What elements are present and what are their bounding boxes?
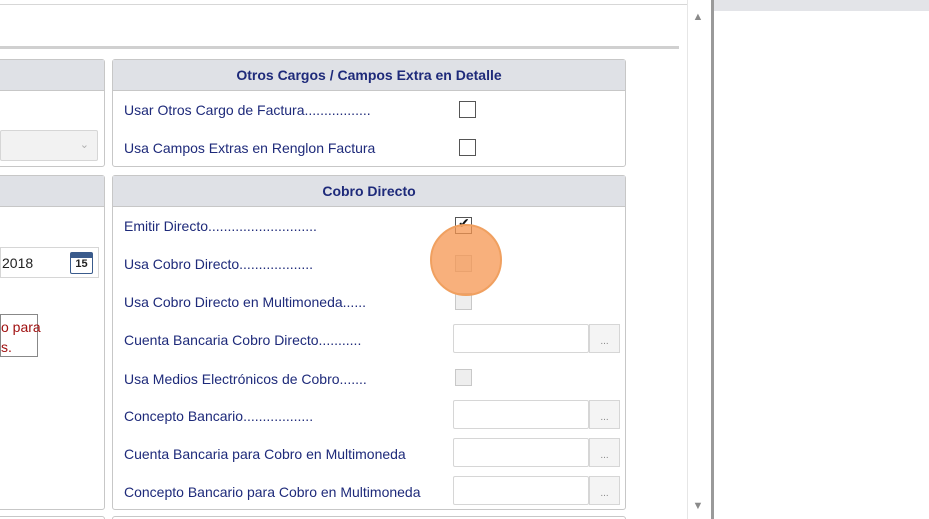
calendar-icon-day: 15 xyxy=(75,258,88,270)
chevron-down-icon: ⌄ xyxy=(79,139,89,151)
scroll-down-icon[interactable]: ▼ xyxy=(689,498,707,514)
cuenta-bancaria-lookup-button[interactable]: ... xyxy=(589,324,620,353)
click-indicator xyxy=(430,224,502,296)
concepto-multimoneda-input[interactable] xyxy=(453,476,589,505)
cobro-directo-title: Cobro Directo xyxy=(113,176,625,207)
left-panel-top-header xyxy=(0,60,104,91)
scroll-up-icon[interactable]: ▲ xyxy=(689,9,707,25)
date-value: 2018 xyxy=(2,255,34,271)
usar-otros-cargo-label: Usar Otros Cargo de Factura.............… xyxy=(124,102,371,118)
screen: ⌄ 2018 15 o para s. Otros Cargos / Campo… xyxy=(0,0,929,519)
concepto-multimoneda-lookup-button[interactable]: ... xyxy=(589,476,620,505)
usa-campos-extras-label: Usa Campos Extras en Renglon Factura xyxy=(124,140,376,156)
section-divider xyxy=(0,46,679,49)
medios-electronicos-label: Usa Medios Electrónicos de Cobro....... xyxy=(124,371,367,387)
window-strip xyxy=(714,0,929,11)
usa-cobro-multimoneda-label: Usa Cobro Directo en Multimoneda...... xyxy=(124,294,366,310)
cuenta-multimoneda-label: Cuenta Bancaria para Cobro en Multimoned… xyxy=(124,446,406,462)
usa-cobro-directo-label: Usa Cobro Directo................... xyxy=(124,256,314,272)
concepto-bancario-lookup-button[interactable]: ... xyxy=(589,400,620,429)
cobro-directo-panel: Cobro Directo Emitir Directo............… xyxy=(112,175,626,510)
validation-message: o para s. xyxy=(0,314,41,357)
validation-message-line2: s. xyxy=(1,339,12,355)
emitir-directo-label: Emitir Directo..........................… xyxy=(124,218,317,234)
top-border xyxy=(0,4,687,5)
concepto-multimoneda-label: Concepto Bancario para Cobro en Multimon… xyxy=(124,484,421,500)
window-edge xyxy=(711,0,714,519)
cuenta-bancaria-input[interactable] xyxy=(453,324,589,353)
left-panel-bottom-header xyxy=(0,176,104,207)
validation-message-line1: o para xyxy=(1,319,41,335)
cuenta-bancaria-label: Cuenta Bancaria Cobro Directo........... xyxy=(124,332,362,348)
vertical-scrollbar[interactable] xyxy=(687,0,714,519)
cuenta-multimoneda-lookup-button[interactable]: ... xyxy=(589,438,620,467)
concepto-bancario-label: Concepto Bancario.................. xyxy=(124,408,314,424)
otros-cargos-title: Otros Cargos / Campos Extra en Detalle xyxy=(113,60,625,91)
otros-cargos-panel: Otros Cargos / Campos Extra en Detalle U… xyxy=(112,59,626,167)
calendar-icon[interactable]: 15 xyxy=(70,252,93,274)
left-select[interactable]: ⌄ xyxy=(0,130,98,161)
medios-electronicos-checkbox[interactable] xyxy=(455,369,472,386)
usa-campos-extras-checkbox[interactable] xyxy=(459,139,476,156)
background-area xyxy=(714,11,929,519)
date-field[interactable]: 2018 15 xyxy=(0,247,99,278)
cuenta-multimoneda-input[interactable] xyxy=(453,438,589,467)
concepto-bancario-input[interactable] xyxy=(453,400,589,429)
usar-otros-cargo-checkbox[interactable] xyxy=(459,101,476,118)
